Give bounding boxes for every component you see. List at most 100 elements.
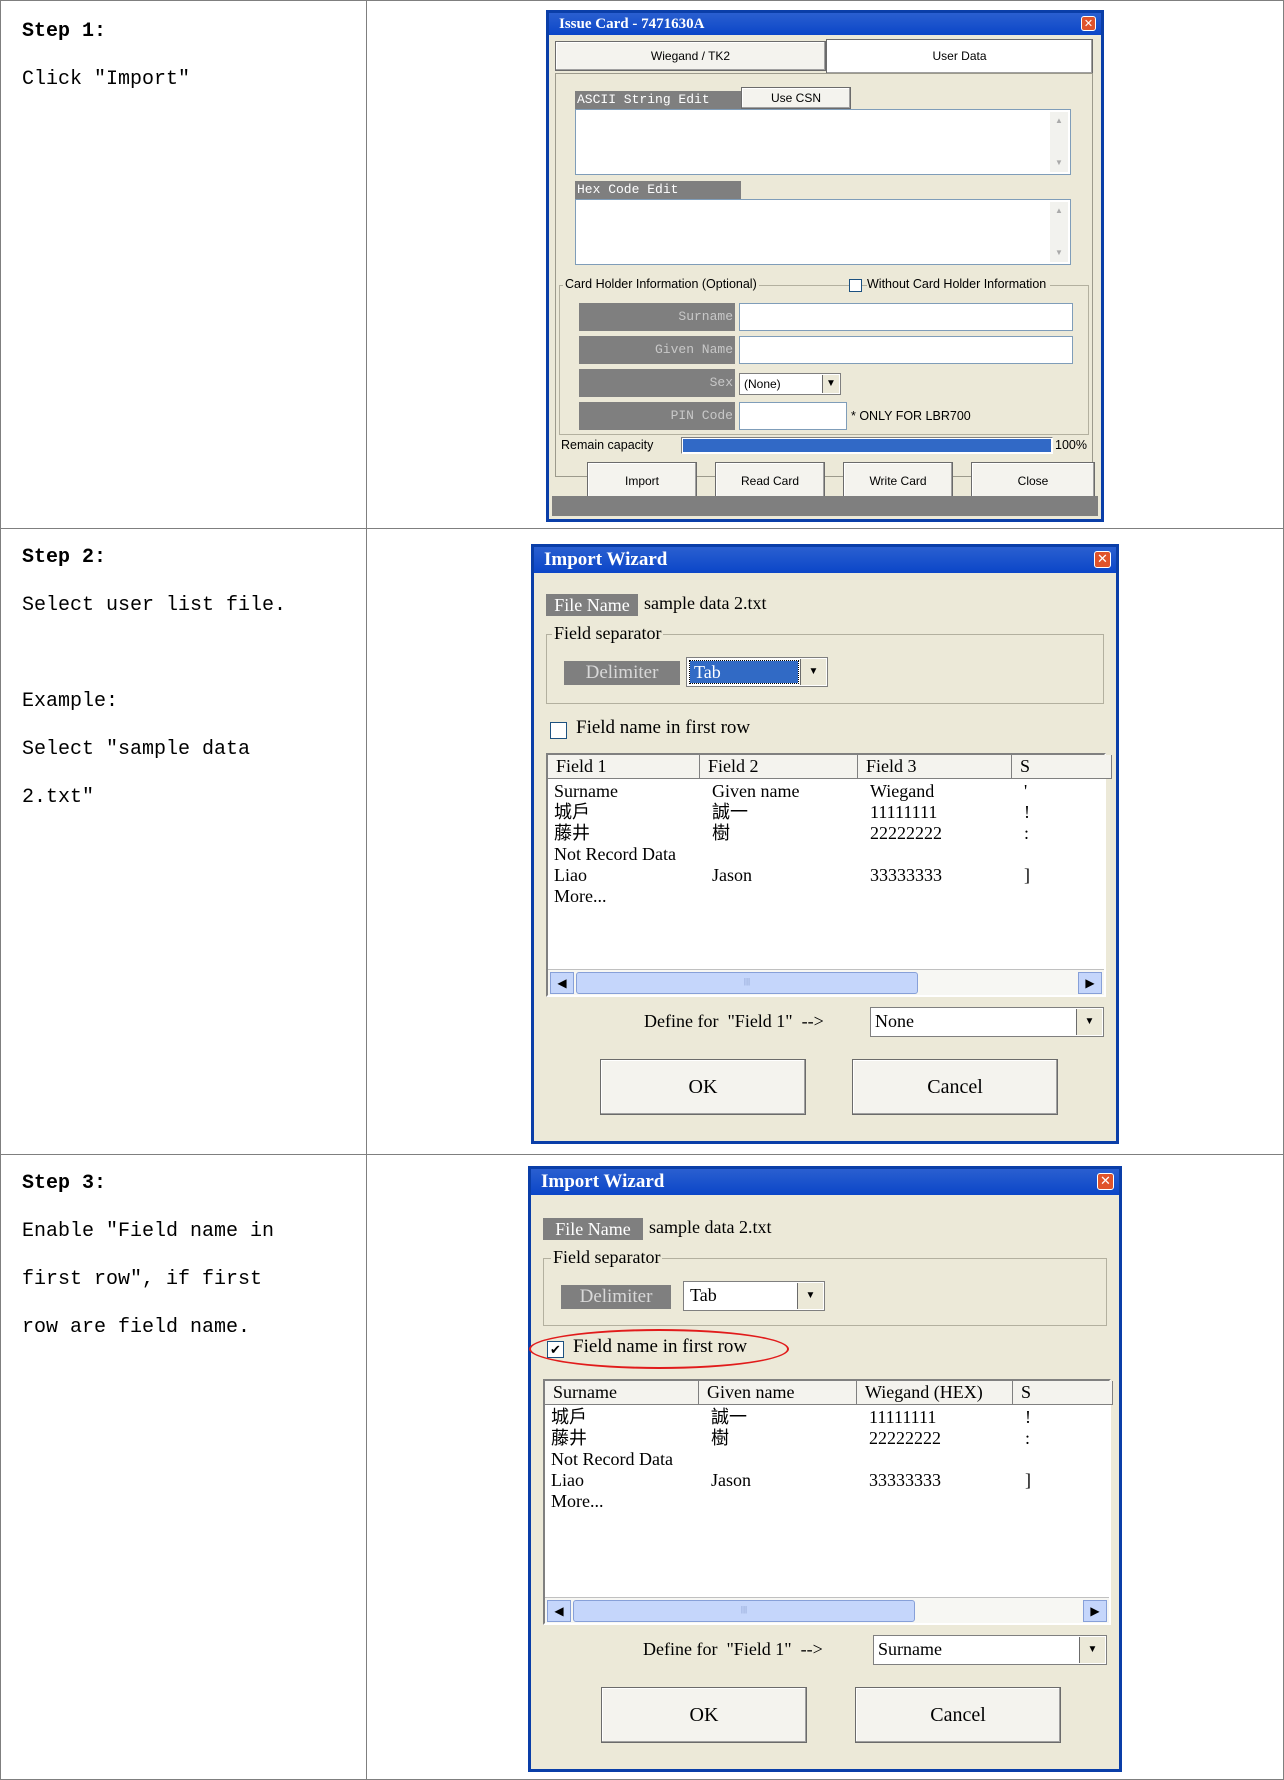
button-label: OK	[689, 1704, 719, 1726]
delimiter-select[interactable]: Tab ▼	[683, 1281, 825, 1311]
table-cell: 樹	[712, 823, 730, 843]
button-label: Write Card	[869, 474, 927, 488]
window-title-text: Issue Card - 7471630A	[559, 16, 705, 32]
ok-button[interactable]: OK	[601, 1687, 807, 1743]
tab-user-data[interactable]: User Data	[826, 39, 1093, 73]
table-cell: 藤井	[554, 823, 590, 843]
scroll-down-icon[interactable]: ▼	[1050, 244, 1068, 262]
without-holder-checkbox[interactable]	[849, 279, 862, 292]
button-label: Cancel	[930, 1704, 986, 1726]
field-name-first-row-label[interactable]: Field name in first row	[573, 1336, 747, 1358]
delimiter-label: Delimiter	[564, 661, 680, 685]
field-name-first-row-checkbox[interactable]: ✔	[547, 1341, 564, 1358]
hex-edit-label: Hex Code Edit	[575, 181, 741, 199]
define-for-select[interactable]: None ▼	[870, 1007, 1104, 1037]
scroll-left-icon[interactable]: ◀	[547, 1600, 571, 1622]
scrollbar-vertical[interactable]: ▲ ▼	[1050, 202, 1068, 262]
ok-button[interactable]: OK	[600, 1059, 806, 1115]
data-preview-list[interactable]: Surname Given name Wiegand (HEX) S 城戶 誠一 1…	[543, 1379, 1113, 1625]
cancel-button[interactable]: Cancel	[852, 1059, 1058, 1115]
chevron-down-icon[interactable]: ▼	[1076, 1009, 1102, 1035]
column-divider	[366, 0, 367, 1780]
remain-capacity-label: Remain capacity	[561, 438, 654, 452]
define-for-label: Define for "Field 1" -->	[644, 1011, 824, 1031]
ascii-string-input[interactable]: ▲ ▼	[575, 109, 1071, 175]
scrollbar-vertical[interactable]: ▲ ▼	[1050, 112, 1068, 172]
step-3-line: Enable "Field name in	[22, 1220, 275, 1243]
step-2-line: Example:	[22, 690, 119, 713]
chevron-down-icon[interactable]: ▼	[800, 659, 826, 685]
column-header[interactable]: Surname	[545, 1381, 699, 1405]
step-2-line: 2.txt"	[22, 786, 95, 809]
field-name-first-row-checkbox[interactable]	[550, 722, 567, 739]
table-cell: 33333333	[870, 865, 942, 885]
table-cell: Surname	[554, 781, 618, 801]
column-header[interactable]: S	[1012, 755, 1112, 779]
table-cell: ]	[1025, 1470, 1031, 1490]
column-header[interactable]: Field 1	[548, 755, 700, 779]
scrollbar-horizontal[interactable]: ◀ ||| ▶	[545, 1597, 1109, 1623]
cancel-button[interactable]: Cancel	[855, 1687, 1061, 1743]
column-header[interactable]: Wiegand (HEX)	[857, 1381, 1013, 1405]
table-cell: 城戶	[551, 1407, 587, 1427]
data-preview-list[interactable]: Field 1 Field 2 Field 3 S Surname Given n…	[546, 753, 1112, 997]
scroll-right-icon[interactable]: ▶	[1078, 972, 1102, 994]
use-csn-button[interactable]: Use CSN	[741, 87, 851, 109]
step-1-title: Step 1:	[22, 20, 107, 43]
sex-value: (None)	[744, 377, 781, 391]
close-icon[interactable]: ✕	[1097, 1173, 1114, 1190]
table-cell: 城戶	[554, 802, 590, 822]
chevron-down-icon[interactable]: ▼	[822, 375, 839, 393]
table-cell: Not Record Data	[551, 1449, 673, 1469]
table-cell: Jason	[712, 865, 752, 885]
column-header[interactable]: Given name	[699, 1381, 857, 1405]
without-holder-label[interactable]: Without Card Holder Information	[867, 277, 1051, 291]
table-cell: 誠一	[712, 802, 748, 822]
define-for-value: None	[875, 1011, 914, 1031]
remain-capacity-bar	[681, 437, 1053, 454]
field-name-first-row-label[interactable]: Field name in first row	[576, 717, 750, 739]
close-icon[interactable]: ✕	[1094, 551, 1111, 568]
file-name-label: File Name	[546, 594, 638, 616]
column-header[interactable]: Field 3	[858, 755, 1012, 779]
step-3-title: Step 3:	[22, 1172, 107, 1195]
pin-code-input[interactable]	[739, 402, 847, 430]
card-holder-group-label: Card Holder Information (Optional)	[563, 277, 759, 291]
window-title-text: Import Wizard	[541, 1171, 665, 1192]
chevron-down-icon[interactable]: ▼	[797, 1283, 823, 1309]
define-for-select[interactable]: Surname ▼	[873, 1635, 1107, 1665]
chevron-down-icon[interactable]: ▼	[1079, 1637, 1105, 1663]
close-button[interactable]: Close	[971, 462, 1095, 500]
delimiter-select[interactable]: Tab ▼	[686, 657, 828, 687]
table-cell: 藤井	[551, 1428, 587, 1448]
scrollbar-horizontal[interactable]: ◀ ||| ▶	[548, 969, 1104, 995]
window-title: Issue Card - 7471630A ✕	[549, 13, 1101, 35]
scroll-thumb[interactable]: |||	[573, 1600, 915, 1622]
close-icon[interactable]: ✕	[1081, 16, 1096, 31]
pin-code-label: PIN Code	[579, 402, 735, 430]
tab-wiegand-tk2[interactable]: Wiegand / TK2	[555, 41, 826, 71]
delimiter-value: Tab	[690, 1285, 717, 1305]
column-header[interactable]: S	[1013, 1381, 1113, 1405]
write-card-button[interactable]: Write Card	[843, 462, 953, 500]
table-cell: 樹	[711, 1428, 729, 1448]
read-card-button[interactable]: Read Card	[715, 462, 825, 500]
scroll-up-icon[interactable]: ▲	[1050, 112, 1068, 130]
button-label: Read Card	[740, 474, 800, 488]
scroll-up-icon[interactable]: ▲	[1050, 202, 1068, 220]
surname-input[interactable]	[739, 303, 1073, 331]
import-button[interactable]: Import	[587, 462, 697, 500]
button-label: Import	[624, 474, 659, 488]
sex-select[interactable]: (None) ▼	[739, 373, 841, 395]
given-name-input[interactable]	[739, 336, 1073, 364]
hex-code-input[interactable]: ▲ ▼	[575, 199, 1071, 265]
table-cell: :	[1024, 823, 1030, 843]
file-name-label: File Name	[543, 1218, 643, 1240]
column-header[interactable]: Field 2	[700, 755, 858, 779]
scroll-right-icon[interactable]: ▶	[1083, 1600, 1107, 1622]
scroll-thumb[interactable]: |||	[576, 972, 918, 994]
scroll-left-icon[interactable]: ◀	[550, 972, 574, 994]
issue-card-window: Issue Card - 7471630A ✕ Wiegand / TK2 Us…	[546, 10, 1104, 522]
scroll-down-icon[interactable]: ▼	[1050, 154, 1068, 172]
table-cell: !	[1024, 802, 1030, 822]
